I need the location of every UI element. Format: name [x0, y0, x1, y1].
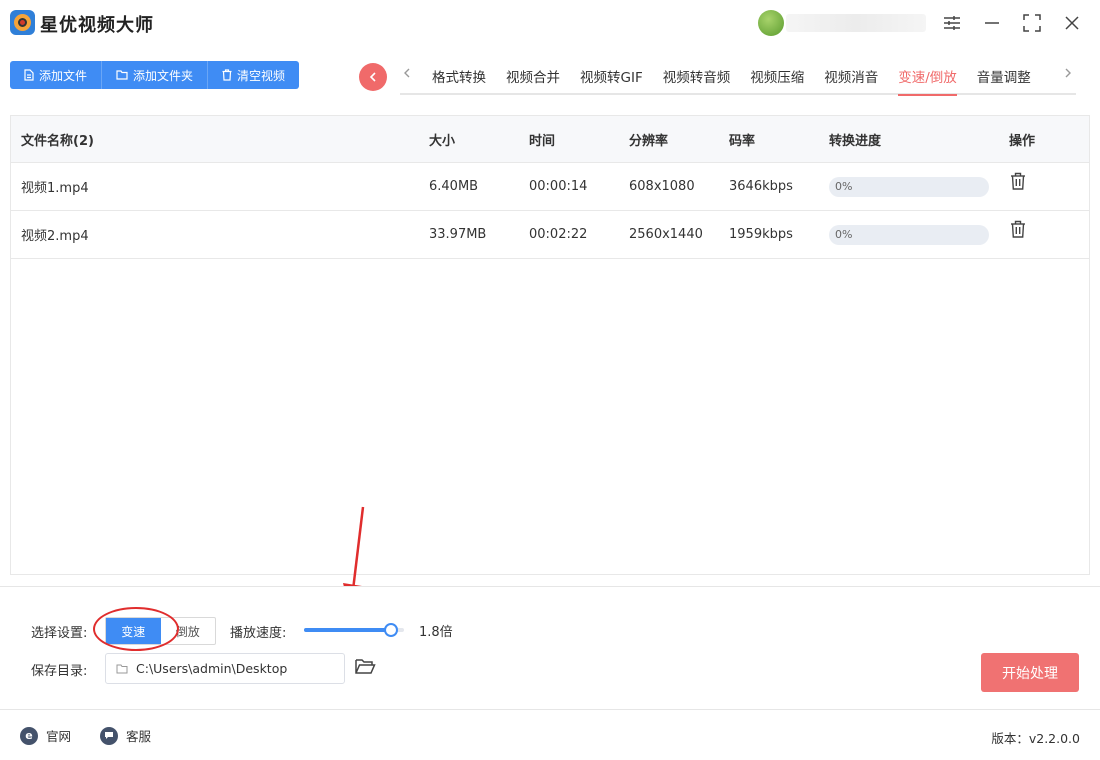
tabs-scroll-left-icon[interactable] — [403, 67, 411, 83]
close-icon[interactable] — [1061, 12, 1083, 34]
speed-label: 播放速度: — [230, 626, 287, 641]
support-label: 客服 — [126, 729, 152, 744]
settings-sliders-icon[interactable] — [941, 12, 963, 34]
header-progress: 转换进度 — [829, 133, 882, 149]
tab-7[interactable]: 音量调整 — [977, 66, 1031, 96]
cell-resolution: 608x1080 — [629, 179, 695, 194]
header-name: 文件名称(2) — [21, 133, 94, 149]
header-time: 时间 — [529, 133, 556, 149]
clear-videos-label: 清空视频 — [237, 68, 286, 83]
table-header: 文件名称(2) 大小 时间 分辨率 码率 转换进度 操作 — [11, 116, 1089, 163]
cell-action — [1010, 159, 1026, 206]
output-dir-field[interactable]: C:\Users\admin\Desktop — [105, 653, 345, 684]
user-avatar[interactable] — [758, 10, 784, 36]
progress-bar: 0% — [829, 176, 989, 197]
footer: e 官网 客服 版本：v2.2.0.0 — [0, 712, 1100, 760]
header-resolution: 分辨率 — [629, 133, 669, 149]
table-row[interactable]: 视频1.mp4 6.40MB 00:00:14 608x1080 3646kbps 0% — [11, 163, 1089, 211]
support-link[interactable]: 客服 — [100, 726, 151, 745]
maximize-icon[interactable] — [1021, 12, 1043, 34]
reverse-mode-button[interactable]: 倒放 — [161, 618, 216, 644]
cell-size: 6.40MB — [429, 179, 479, 194]
cell-name: 视频1.mp4 — [21, 181, 89, 196]
tab-0[interactable]: 格式转换 — [432, 66, 486, 96]
version-text: 版本：v2.2.0.0 — [991, 731, 1080, 746]
tabs-scroll-right-icon[interactable] — [1064, 67, 1072, 83]
website-label: 官网 — [46, 729, 72, 744]
cell-progress: 0% — [829, 163, 989, 210]
cell-resolution: 2560x1440 — [629, 227, 703, 242]
progress-bar: 0% — [829, 224, 989, 245]
delete-trash-icon[interactable] — [1010, 172, 1026, 194]
speed-slider[interactable] — [304, 623, 404, 637]
chat-bubble-icon — [100, 726, 118, 745]
function-tabs: 格式转换 视频合并 视频转GIF 视频转音频 视频压缩 视频消音 变速/倒放 音量调整 — [400, 58, 1076, 96]
mode-segmented-control: 变速 倒放 — [105, 617, 216, 645]
browse-folder-icon[interactable] — [354, 657, 376, 679]
file-icon — [24, 69, 34, 81]
speed-mode-button[interactable]: 变速 — [106, 618, 161, 644]
minimize-icon[interactable] — [981, 12, 1003, 34]
cell-name: 视频2.mp4 — [21, 229, 89, 244]
trash-icon — [222, 69, 232, 81]
folder-outline-icon — [116, 664, 128, 673]
cell-bitrate: 1959kbps — [729, 227, 793, 242]
browser-e-icon: e — [20, 726, 38, 745]
tab-1[interactable]: 视频合并 — [506, 66, 560, 96]
speed-slider-handle[interactable] — [384, 623, 398, 637]
cell-bitrate: 3646kbps — [729, 179, 793, 194]
add-file-label: 添加文件 — [39, 68, 88, 83]
cell-time: 00:02:22 — [529, 227, 588, 242]
folder-icon — [116, 70, 128, 80]
website-link[interactable]: e 官网 — [20, 726, 71, 745]
add-folder-label: 添加文件夹 — [133, 68, 194, 83]
collapse-chevron-left-icon[interactable] — [359, 63, 387, 91]
file-toolbar: 添加文件 添加文件夹 清空视频 — [10, 61, 300, 89]
add-folder-button[interactable]: 添加文件夹 — [102, 61, 209, 89]
cell-time: 00:00:14 — [529, 179, 588, 194]
tab-6[interactable]: 变速/倒放 — [898, 66, 957, 96]
username-redacted — [786, 14, 926, 32]
cell-size: 33.97MB — [429, 227, 487, 242]
cell-progress: 0% — [829, 211, 989, 258]
mode-label: 选择设置: — [31, 626, 88, 641]
tab-2[interactable]: 视频转GIF — [580, 66, 643, 96]
title-bar: 星优视频大师 — [0, 0, 1100, 48]
header-size: 大小 — [429, 133, 456, 149]
app-logo-icon — [10, 10, 35, 35]
output-dir-value: C:\Users\admin\Desktop — [136, 661, 288, 676]
delete-trash-icon[interactable] — [1010, 220, 1026, 242]
output-dir-label: 保存目录: — [31, 664, 88, 679]
app-title: 星优视频大师 — [40, 15, 154, 36]
header-bitrate: 码率 — [729, 133, 756, 149]
table-row[interactable]: 视频2.mp4 33.97MB 00:02:22 2560x1440 1959kbps 0… — [11, 211, 1089, 259]
speed-value: 1.8倍 — [419, 625, 453, 640]
tab-5[interactable]: 视频消音 — [824, 66, 878, 96]
tab-3[interactable]: 视频转音频 — [663, 66, 731, 96]
tab-4[interactable]: 视频压缩 — [750, 66, 804, 96]
add-file-button[interactable]: 添加文件 — [10, 61, 103, 89]
file-table: 文件名称(2) 大小 时间 分辨率 码率 转换进度 操作 视频1.mp4 6.40… — [10, 115, 1090, 575]
settings-panel: 选择设置: 变速 倒放 播放速度: 1.8倍 保存目录: C:\Users\ad… — [0, 586, 1100, 710]
header-action: 操作 — [1009, 133, 1036, 149]
cell-action — [1010, 207, 1026, 254]
clear-videos-button[interactable]: 清空视频 — [208, 61, 300, 89]
start-processing-button[interactable]: 开始处理 — [981, 653, 1079, 692]
